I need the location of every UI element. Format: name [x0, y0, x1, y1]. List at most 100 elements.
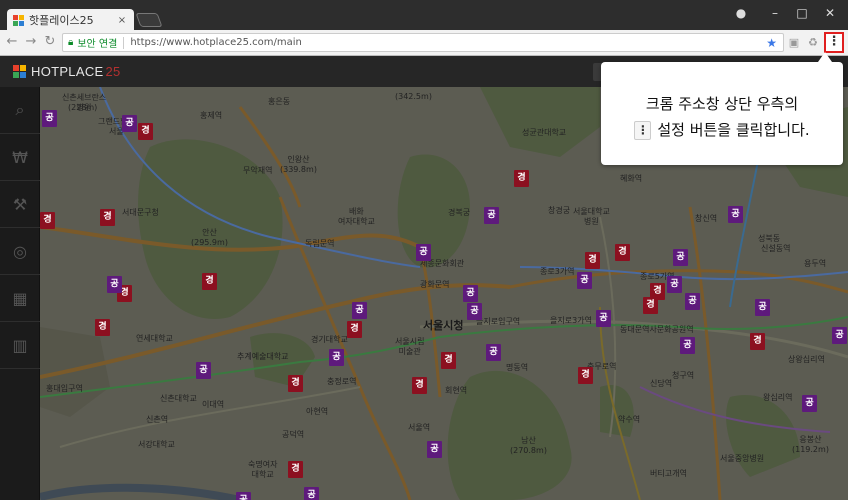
site-logo[interactable]: HOTPLACE 25 — [13, 64, 121, 79]
map-label: 서대문구청 — [122, 208, 159, 217]
map-pin-gong[interactable]: 공 — [667, 276, 682, 293]
map-pin-gong[interactable]: 공 — [596, 310, 611, 327]
map-pin-kyung[interactable]: 경 — [514, 170, 529, 187]
callout-line1: 크롬 주소창 상단 우측의 — [645, 95, 799, 113]
map-label: 명동역 — [506, 363, 529, 372]
map-pin-gong[interactable]: 공 — [484, 207, 499, 224]
chrome-menu-button[interactable]: ⋮ — [824, 32, 844, 53]
map-label: 서울중앙병원 — [720, 454, 765, 463]
map-pin-gong[interactable]: 공 — [467, 303, 482, 320]
extension-icon[interactable]: ▣ — [786, 35, 802, 51]
browser-tab[interactable]: 핫플레이스25 × — [7, 9, 134, 31]
sidebar-chart-icon[interactable]: ▥ — [0, 322, 40, 369]
map-pin-gong[interactable]: 공 — [680, 337, 695, 354]
recycle-extension-icon[interactable]: ♻ — [805, 35, 821, 51]
map-pin-kyung[interactable]: 경 — [95, 319, 110, 336]
map-label: 홍은동 — [268, 97, 291, 106]
map-label-city-hall: 서울시청 — [423, 319, 464, 332]
map-label: (228m) — [68, 103, 98, 112]
logo-text: HOTPLACE — [31, 64, 104, 79]
map-label: 신설동역 — [761, 244, 791, 253]
map-label: 서울시립 미술관 — [395, 337, 425, 356]
map-label: 응봉산 (119.2m) — [792, 435, 829, 454]
map-pin-gong[interactable]: 공 — [685, 293, 700, 310]
map-pin-gong[interactable]: 공 — [107, 276, 122, 293]
map-pin-kyung[interactable]: 경 — [578, 367, 593, 384]
map-pin-kyung[interactable]: 경 — [40, 212, 55, 229]
map-pin-gong[interactable]: 공 — [755, 299, 770, 316]
map-label: 무악재역 — [243, 166, 273, 175]
sidebar-grid-icon[interactable]: ▦ — [0, 275, 40, 322]
tab-close-icon[interactable]: × — [116, 15, 128, 26]
map-pin-gong[interactable]: 공 — [329, 349, 344, 366]
back-arrow-icon[interactable]: ← — [3, 33, 21, 51]
map-label: 서울역 — [408, 423, 431, 432]
map-pin-kyung[interactable]: 경 — [615, 244, 630, 261]
map-pin-gong[interactable]: 공 — [236, 492, 251, 500]
tutorial-callout: 크롬 주소창 상단 우측의 ⋮ 설정 버튼을 클릭합니다. — [601, 52, 843, 165]
map-pin-kyung[interactable]: 경 — [585, 252, 600, 269]
map-pin-gong[interactable]: 공 — [802, 395, 817, 412]
map-label: 창신역 — [695, 214, 718, 223]
sidebar-gavel-icon[interactable]: ⚒ — [0, 181, 40, 228]
maximize-button[interactable]: □ — [790, 3, 814, 23]
map-label: 이대역 — [202, 400, 225, 409]
map-pin-gong[interactable]: 공 — [486, 344, 501, 361]
map-pin-gong[interactable]: 공 — [304, 487, 319, 500]
map-pin-kyung[interactable]: 경 — [441, 352, 456, 369]
callout-line2-text: 설정 버튼을 클릭합니다. — [657, 121, 810, 139]
close-window-button[interactable]: ✕ — [818, 3, 842, 23]
map-pin-kyung[interactable]: 경 — [347, 321, 362, 338]
map-label: 용두역 — [804, 259, 827, 268]
menu-key-icon: ⋮ — [634, 121, 652, 140]
map-pin-gong[interactable]: 공 — [122, 115, 137, 132]
map-pin-gong[interactable]: 공 — [42, 110, 57, 127]
map-label: 버티고개역 — [650, 469, 687, 478]
map-label: 배화 여자대학교 — [338, 207, 375, 226]
browser-toolbar: ← → ↻ 🔒︎ 보안 연결 https://www.hotplace25.co… — [0, 30, 848, 56]
map-pin-gong[interactable]: 공 — [427, 441, 442, 458]
map-label: 왕십리역 — [763, 393, 793, 402]
minimize-button[interactable]: – — [763, 3, 787, 23]
map-pin-kyung[interactable]: 경 — [288, 461, 303, 478]
map-label: 창경궁 — [548, 206, 571, 215]
map-pin-kyung[interactable]: 경 — [288, 375, 303, 392]
map-pin-gong[interactable]: 공 — [416, 244, 431, 261]
url-text: https://www.hotplace25.com/main — [130, 37, 302, 48]
map-pin-gong[interactable]: 공 — [673, 249, 688, 266]
callout-line2: ⋮ 설정 버튼을 클릭합니다. — [601, 119, 843, 140]
map-pin-kyung[interactable]: 경 — [643, 297, 658, 314]
map-label: 추계예술대학교 — [237, 352, 289, 361]
map-label: 독립문역 — [305, 239, 335, 248]
map-label: 아현역 — [306, 407, 329, 416]
logo-grid-icon — [13, 65, 26, 78]
map-label: 연세대학교 — [136, 334, 173, 343]
map-pin-gong[interactable]: 공 — [352, 302, 367, 319]
tab-title: 핫플레이스25 — [29, 14, 94, 27]
map-pin-kyung[interactable]: 경 — [138, 123, 153, 140]
map-pin-gong[interactable]: 공 — [832, 327, 847, 344]
map-label: 남산 (270.8m) — [510, 436, 547, 455]
bookmark-star-icon[interactable]: ★ — [766, 36, 777, 50]
map-pin-kyung[interactable]: 경 — [750, 333, 765, 350]
map-pin-kyung[interactable]: 경 — [202, 273, 217, 290]
forward-arrow-icon[interactable]: → — [22, 33, 40, 51]
user-icon[interactable]: ● — [729, 3, 753, 23]
sidebar: ⌕ ₩ ⚒ ◎ ▦ ▥ — [0, 87, 40, 500]
map-label: 을지로입구역 — [476, 317, 521, 326]
address-bar[interactable]: 🔒︎ 보안 연결 https://www.hotplace25.com/main… — [62, 33, 784, 52]
sidebar-location-icon[interactable]: ◎ — [0, 228, 40, 275]
map-label: 충정로역 — [327, 377, 357, 386]
map-pin-gong[interactable]: 공 — [463, 285, 478, 302]
reload-icon[interactable]: ↻ — [41, 33, 59, 51]
map-pin-kyung[interactable]: 경 — [100, 209, 115, 226]
map-pin-gong[interactable]: 공 — [196, 362, 211, 379]
sidebar-money-icon[interactable]: ₩ — [0, 134, 40, 181]
browser-tabstrip: 핫플레이스25 × ● – □ ✕ — [0, 0, 848, 31]
map-pin-kyung[interactable]: 경 — [412, 377, 427, 394]
sidebar-search-icon[interactable]: ⌕ — [0, 87, 40, 134]
map-pin-gong[interactable]: 공 — [728, 206, 743, 223]
new-tab-button[interactable] — [135, 13, 163, 27]
map-pin-gong[interactable]: 공 — [577, 272, 592, 289]
address-divider — [123, 36, 125, 49]
